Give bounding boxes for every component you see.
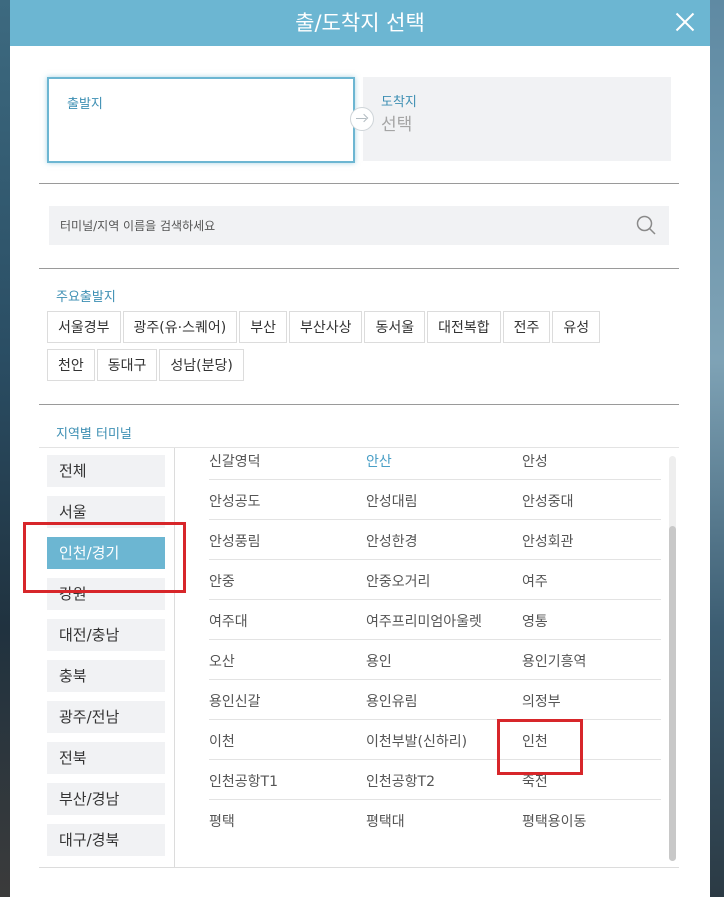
table-row: 평택 평택대 평택용이동 [209, 800, 661, 840]
terminal-list: 신갈영덕 안산 안성 안성공도 안성대림 안성중대 안성풍림 안성한경 안성회관… [209, 440, 661, 840]
table-row: 이천 이천부발(신하리) 인천 [209, 720, 661, 760]
terminal-item[interactable]: 영통 [522, 611, 548, 631]
terminal-item[interactable]: 평택 [209, 811, 235, 831]
terminal-item[interactable]: 용인 [366, 651, 392, 671]
region-item-chungbuk[interactable]: 충북 [47, 660, 165, 692]
chip-major-departure[interactable]: 천안 [47, 349, 95, 381]
table-row: 안성풍림 안성한경 안성회관 [209, 520, 661, 560]
table-row: 여주대 여주프리미엄아울렛 영통 [209, 600, 661, 640]
search-box [49, 206, 669, 245]
regional-terminals-title: 지역별 터미널 [56, 427, 132, 442]
terminal-item[interactable]: 용인기흥역 [522, 651, 586, 671]
divider [39, 867, 679, 868]
chip-major-departure[interactable]: 유성 [552, 311, 601, 343]
table-row: 안성공도 안성대림 안성중대 [209, 480, 661, 520]
terminal-select-dialog: 출/도착지 선택 출발지 도착지 선택 주요출발지 서울경부광주(유·스퀘어)부… [10, 0, 710, 897]
table-row: 인천공항T1 인천공항T2 죽전 [209, 760, 661, 800]
terminal-item[interactable]: 안중 [209, 571, 235, 591]
divider [39, 183, 679, 184]
region-item-daegu-gyeongbuk[interactable]: 대구/경북 [47, 824, 165, 856]
terminal-item[interactable]: 안성 [522, 451, 548, 471]
terminal-item[interactable]: 안성공도 [209, 491, 261, 511]
close-icon[interactable] [674, 11, 696, 33]
terminal-item[interactable]: 용인신갈 [209, 691, 261, 711]
chip-major-departure[interactable]: 성남(분당) [159, 349, 244, 381]
terminal-item[interactable]: 이천 [209, 731, 235, 751]
terminal-item[interactable]: 안성중대 [522, 491, 574, 511]
arrival-value: 선택 [381, 115, 413, 135]
terminal-item[interactable]: 안성대림 [366, 491, 418, 511]
terminal-item[interactable]: 인천공항T2 [366, 771, 435, 791]
arrival-label: 도착지 [381, 95, 417, 110]
background-right [710, 0, 724, 897]
terminal-item[interactable]: 오산 [209, 651, 235, 671]
dialog-header: 출/도착지 선택 [10, 0, 710, 46]
chip-major-departure[interactable]: 동대구 [96, 349, 158, 381]
dialog-title: 출/도착지 선택 [295, 11, 425, 35]
region-item-jeonbuk[interactable]: 전북 [47, 742, 165, 774]
scrollbar[interactable] [669, 456, 676, 861]
chip-major-departure[interactable]: 부산사상 [288, 311, 363, 343]
table-row: 안중 안중오거리 여주 [209, 560, 661, 600]
region-item-all[interactable]: 전체 [47, 455, 165, 487]
region-list: 전체 서울 인천/경기 강원 대전/충남 충북 광주/전남 전북 부산/경남 대… [47, 455, 165, 865]
terminal-item[interactable]: 여주 [522, 571, 548, 591]
terminal-item[interactable]: 평택대 [366, 811, 405, 831]
chip-major-departure[interactable]: 동서울 [364, 311, 426, 343]
table-row: 오산 용인 용인기흥역 [209, 640, 661, 680]
major-departures-title: 주요출발지 [56, 290, 116, 305]
scrollbar-thumb[interactable] [669, 526, 676, 861]
table-row: 신갈영덕 안산 안성 [209, 440, 661, 480]
terminal-item-selected[interactable]: 안산 [366, 451, 392, 471]
region-item-daejeon-chungnam[interactable]: 대전/충남 [47, 619, 165, 651]
arrow-right-icon [350, 107, 374, 131]
highlight-box-region [23, 522, 186, 593]
chip-major-departure[interactable]: 전주 [502, 311, 551, 343]
terminal-item[interactable]: 인천공항T1 [209, 771, 278, 791]
terminal-item[interactable]: 여주대 [209, 611, 248, 631]
departure-field[interactable]: 출발지 [47, 77, 355, 163]
terminal-item[interactable]: 신갈영덕 [209, 451, 261, 471]
terminal-item[interactable]: 안성한경 [366, 531, 418, 551]
chip-major-departure[interactable]: 서울경부 [47, 311, 121, 343]
divider [39, 268, 679, 269]
table-row: 용인신갈 용인유림 의정부 [209, 680, 661, 720]
divider [39, 404, 679, 405]
terminal-item[interactable]: 안성풍림 [209, 531, 261, 551]
terminal-item[interactable]: 안중오거리 [366, 571, 430, 591]
terminal-item[interactable]: 이천부발(신하리) [366, 731, 467, 751]
highlight-box-terminal [497, 719, 583, 775]
background-left [0, 0, 10, 897]
major-departures-list: 서울경부 광주(유·스퀘어) 부산 부산사상 동서울 대전복합 전주 유성천안 동대구 성남(분당… [47, 311, 647, 387]
chip-major-departure[interactable]: 광주(유·스퀘어) [122, 311, 238, 343]
region-item-busan-gyeongnam[interactable]: 부산/경남 [47, 783, 165, 815]
arrival-field[interactable]: 도착지 선택 [363, 77, 671, 161]
terminal-item[interactable]: 안성회관 [522, 531, 574, 551]
terminal-item[interactable]: 여주프리미엄아울렛 [366, 611, 482, 631]
search-input[interactable] [49, 206, 630, 245]
chip-major-departure[interactable]: 부산 [239, 311, 287, 343]
terminal-item[interactable]: 의정부 [522, 691, 561, 711]
chip-major-departure[interactable]: 대전복합 [427, 311, 501, 343]
terminal-item[interactable]: 용인유림 [366, 691, 418, 711]
divider [174, 448, 175, 867]
search-icon[interactable] [636, 215, 656, 235]
departure-label: 출발지 [67, 97, 103, 112]
region-item-gwangju-jeonnam[interactable]: 광주/전남 [47, 701, 165, 733]
terminal-item[interactable]: 평택용이동 [522, 811, 586, 831]
